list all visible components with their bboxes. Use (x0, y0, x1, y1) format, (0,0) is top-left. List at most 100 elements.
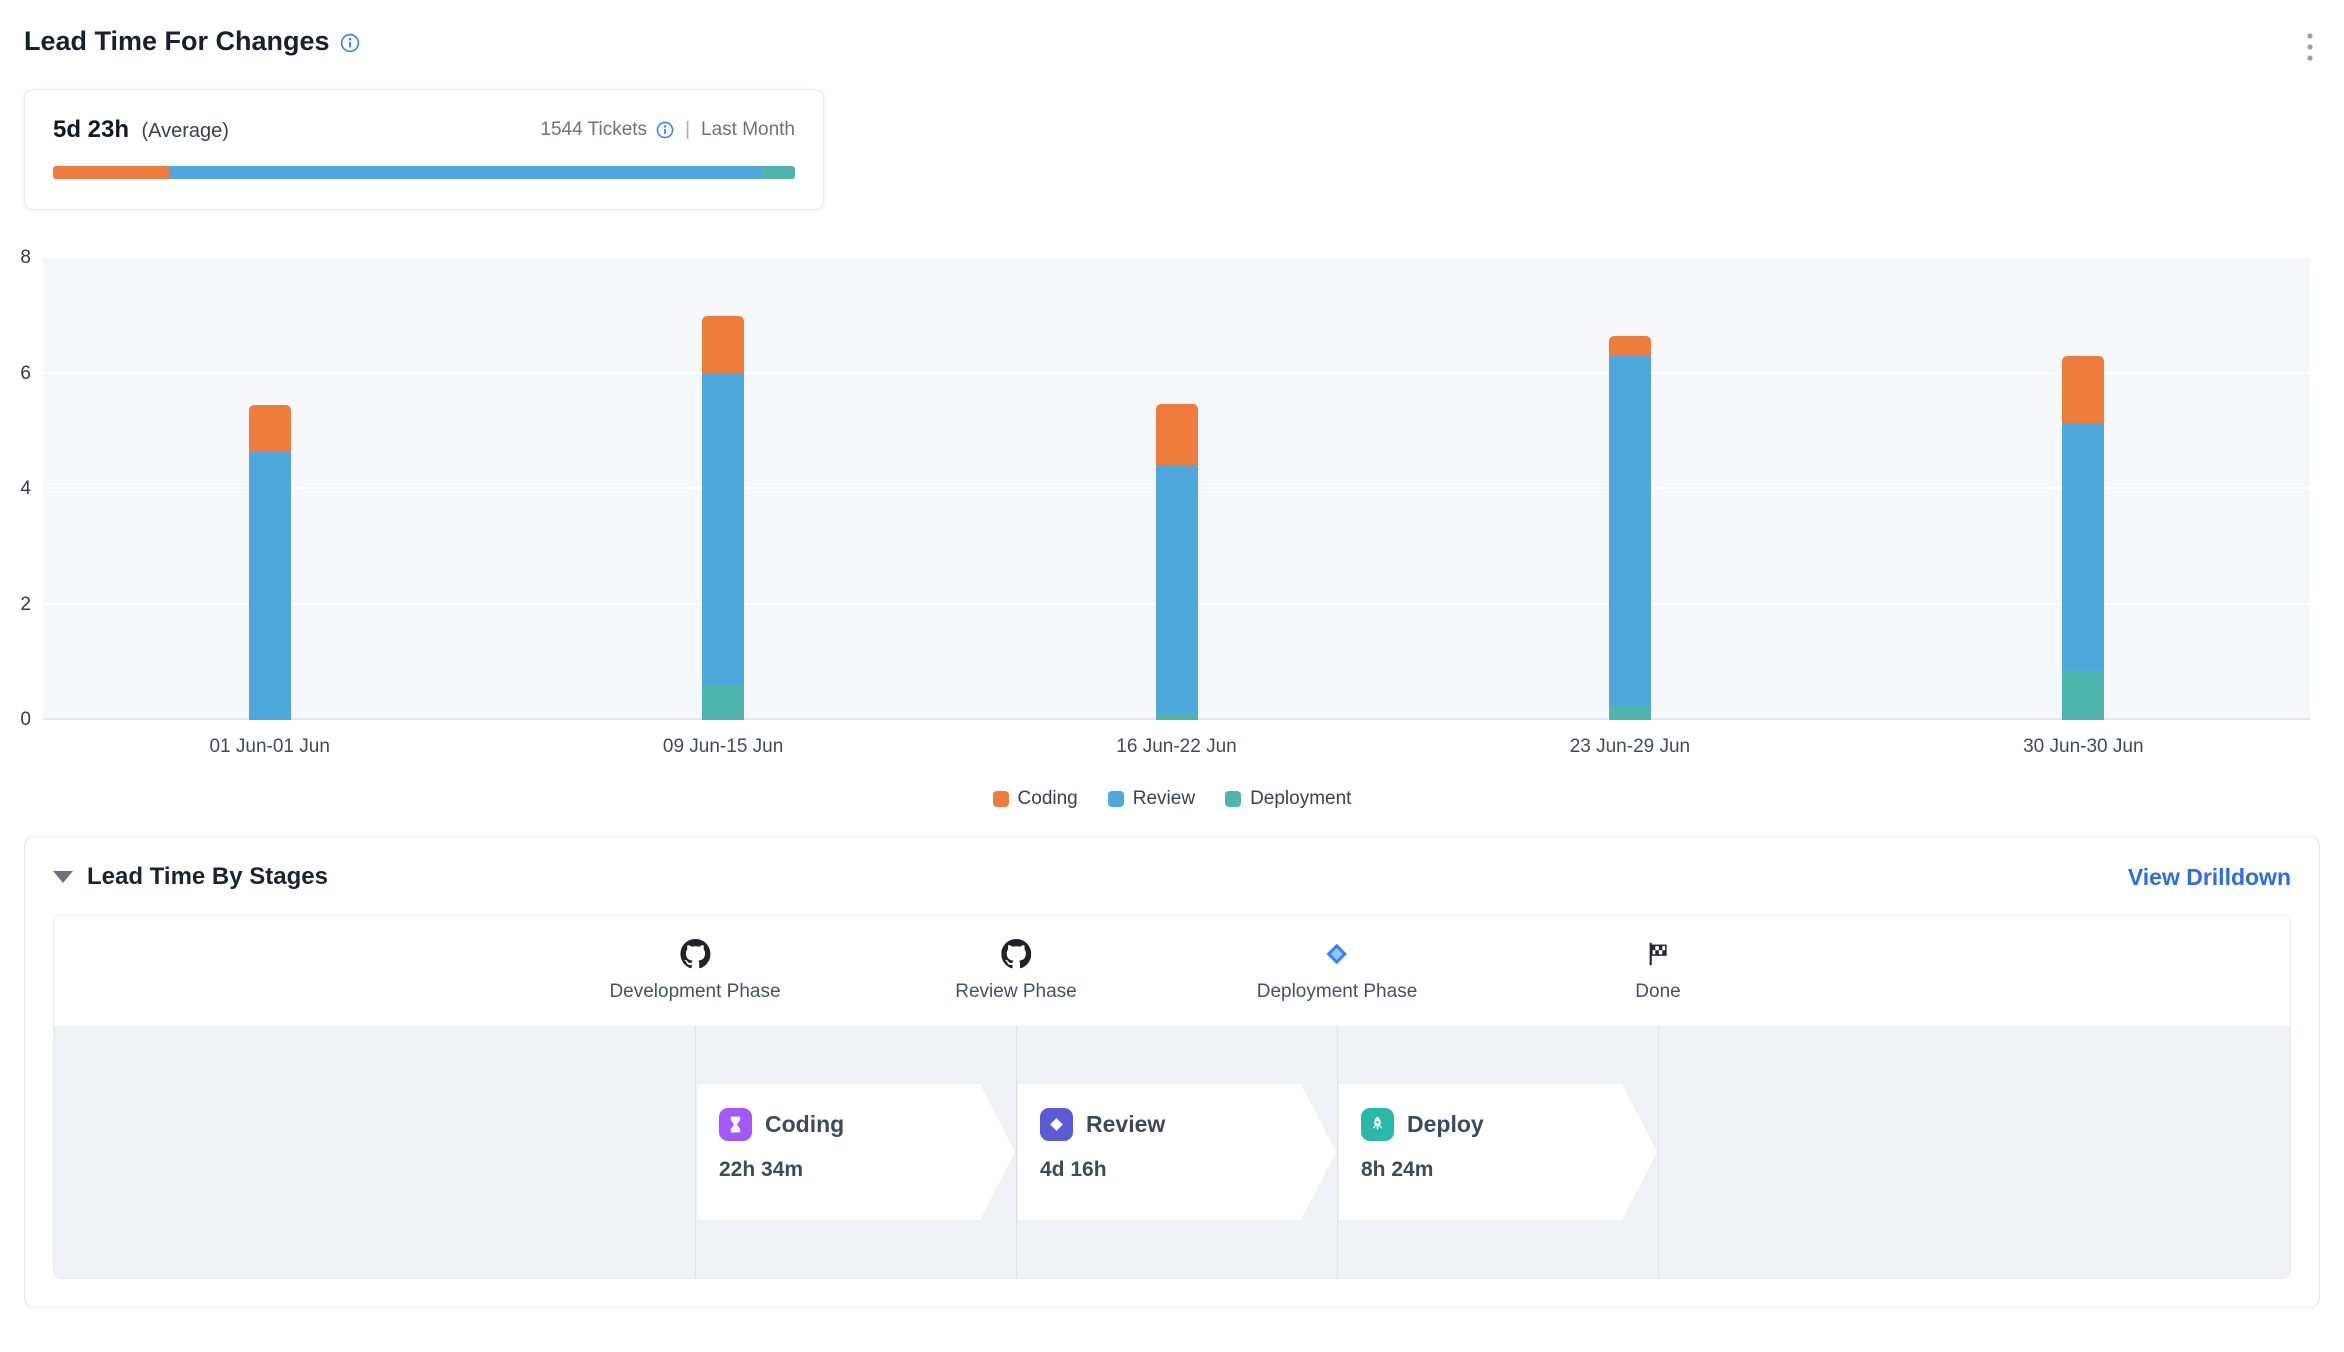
stages-table: Development Phase Review Phase Deployment … (53, 915, 2291, 1279)
bar-segment-coding[interactable] (249, 405, 291, 451)
legend-label: Coding (1018, 788, 1078, 810)
chart-plot (43, 258, 2310, 720)
phase-development-phase: Development Phase (609, 938, 780, 1003)
checkered-flag-icon (1645, 938, 1671, 970)
y-tick-label: 8 (20, 247, 31, 269)
bar-segment-coding[interactable] (2062, 356, 2104, 422)
column-divider (1016, 1026, 1017, 1278)
phase-done: Done (1635, 938, 1680, 1003)
phase-review-phase: Review Phase (955, 938, 1076, 1003)
bar-cell (1403, 258, 1856, 720)
average-lead-time: 5d 23h (Average) (53, 116, 229, 144)
view-drilldown-link[interactable]: View Drilldown (2128, 864, 2291, 891)
y-tick-label: 4 (20, 478, 31, 500)
bars-layer (43, 258, 2310, 720)
stage-deploy[interactable]: Deploy 8h 24m (1339, 1084, 1657, 1220)
bar-segment-deployment[interactable] (1609, 706, 1651, 720)
stages-body: Coding 22h 34m Review 4d 16h Deploy 8h 24m (54, 1026, 2290, 1278)
legend-swatch (1225, 791, 1241, 807)
y-tick-label: 6 (20, 363, 31, 385)
column-divider (695, 1026, 696, 1278)
rocket-icon (1361, 1108, 1394, 1141)
page-title: Lead Time For Changes (24, 26, 360, 57)
bar-segment-review[interactable] (702, 374, 744, 686)
stage-name: Coding (765, 1111, 844, 1138)
stacked-bar-30-jun-30-jun[interactable] (2062, 258, 2104, 720)
bar-segment-coding[interactable] (1609, 336, 1651, 356)
summary-card: 5d 23h (Average) 1544 Tickets | Last Mon… (24, 89, 824, 210)
tickets-info-icon[interactable] (656, 121, 674, 139)
page-title-text: Lead Time For Changes (24, 26, 330, 57)
legend-label: Deployment (1250, 788, 1351, 810)
legend-label: Review (1133, 788, 1195, 810)
phase-label: Development Phase (609, 981, 780, 1003)
chart-legend: Coding Review Deployment (0, 788, 2344, 810)
progress-segment-coding (53, 166, 169, 179)
y-tick-label: 2 (20, 594, 31, 616)
header: Lead Time For Changes (24, 26, 2314, 67)
bar-segment-coding[interactable] (702, 316, 744, 374)
bar-segment-deployment[interactable] (2062, 671, 2104, 720)
summary-progress-bar (53, 166, 795, 179)
lead-time-chart: 02468 01 Jun-01 Jun09 Jun-15 Jun16 Jun-2… (0, 258, 2344, 810)
progress-segment-review (169, 166, 760, 179)
separator: | (685, 119, 690, 141)
bar-segment-deployment[interactable] (1156, 713, 1198, 720)
title-info-icon[interactable] (340, 33, 360, 53)
x-tick-label: 16 Jun-22 Jun (950, 736, 1403, 758)
diamond-icon (1040, 1108, 1073, 1141)
legend-swatch (1108, 791, 1124, 807)
column-divider (1658, 1026, 1659, 1278)
lead-time-widget: Lead Time For Changes 5d 23h (Average) 1… (0, 0, 2344, 1352)
legend-swatch (993, 791, 1009, 807)
column-divider (1337, 1026, 1338, 1278)
stacked-bar-23-jun-29-jun[interactable] (1609, 258, 1651, 720)
legend-item-deployment[interactable]: Deployment (1225, 788, 1351, 810)
stages-title: Lead Time By Stages (87, 863, 328, 891)
github-icon (1001, 938, 1031, 970)
stage-coding[interactable]: Coding 22h 34m (697, 1084, 1015, 1220)
tickets-count: 1544 Tickets (540, 119, 647, 141)
stage-name: Review (1086, 1111, 1165, 1138)
phase-label: Done (1635, 981, 1680, 1003)
stage-duration: 22h 34m (719, 1158, 1015, 1182)
stacked-bar-01-jun-01-jun[interactable] (249, 258, 291, 720)
bar-segment-deployment[interactable] (702, 685, 744, 720)
chart-y-axis: 02468 (0, 258, 43, 720)
legend-item-review[interactable]: Review (1108, 788, 1195, 810)
x-tick-label: 23 Jun-29 Jun (1403, 736, 1856, 758)
bar-segment-review[interactable] (1156, 465, 1198, 713)
kebab-menu-icon[interactable] (2306, 32, 2314, 67)
stages-header: Lead Time By Stages View Drilldown (53, 863, 2291, 891)
bar-cell (43, 258, 496, 720)
phase-label: Deployment Phase (1257, 981, 1418, 1003)
blue-diamond-icon (1324, 938, 1350, 970)
progress-segment-deployment (761, 166, 795, 179)
legend-item-coding[interactable]: Coding (993, 788, 1078, 810)
chart-x-axis: 01 Jun-01 Jun09 Jun-15 Jun16 Jun-22 Jun2… (43, 736, 2310, 758)
bar-segment-review[interactable] (2062, 423, 2104, 671)
bar-cell (950, 258, 1403, 720)
bar-cell (1857, 258, 2310, 720)
stage-duration: 4d 16h (1040, 1158, 1336, 1182)
bar-cell (496, 258, 949, 720)
bar-segment-review[interactable] (249, 451, 291, 720)
stages-card: Lead Time By Stages View Drilldown Devel… (24, 836, 2320, 1308)
hourglass-icon (719, 1108, 752, 1141)
x-tick-label: 30 Jun-30 Jun (1857, 736, 2310, 758)
stacked-bar-09-jun-15-jun[interactable] (702, 258, 744, 720)
phases-row: Development Phase Review Phase Deployment … (54, 916, 2290, 1026)
bar-segment-review[interactable] (1609, 356, 1651, 705)
collapse-caret-icon[interactable] (53, 871, 73, 883)
period-label: Last Month (701, 119, 795, 141)
y-tick-label: 0 (20, 709, 31, 731)
average-label: (Average) (141, 120, 228, 142)
stage-name: Deploy (1407, 1111, 1484, 1138)
phase-deployment-phase: Deployment Phase (1257, 938, 1418, 1003)
stacked-bar-16-jun-22-jun[interactable] (1156, 258, 1198, 720)
github-icon (680, 938, 710, 970)
bar-segment-coding[interactable] (1156, 404, 1198, 465)
stage-duration: 8h 24m (1361, 1158, 1657, 1182)
stage-review[interactable]: Review 4d 16h (1018, 1084, 1336, 1220)
x-tick-label: 01 Jun-01 Jun (43, 736, 496, 758)
